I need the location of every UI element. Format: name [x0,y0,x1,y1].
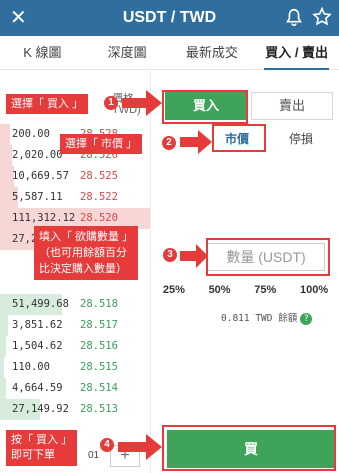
tab-kline[interactable]: K 線圖 [0,36,85,69]
bid-row[interactable]: 51,499.68 28.518 [0,294,150,315]
sell-tab-button[interactable]: 賣出 [251,92,333,120]
tab-latest-trades[interactable]: 最新成交 [170,36,255,69]
arrow-icon [180,130,212,154]
percent-25-button[interactable]: 25% [157,280,191,302]
step-number-3: 3 [163,248,177,262]
tab-bar: K 線圖 深度圖 最新成交 買入 / 賣出 [0,36,339,70]
highlight-quantity [206,238,330,276]
ask-row[interactable]: 5,587.11 28.522 [0,187,150,208]
annotation-step2: 選擇「 市價 」 [60,134,143,154]
tab-depth[interactable]: 深度圖 [85,36,170,69]
order-type-stop[interactable]: 停損 [289,130,313,147]
highlight-submit [162,425,336,471]
percent-selector: 25% 50% 75% 100% [151,280,339,302]
bid-row[interactable]: 4,664.59 28.514 [0,378,150,399]
highlight-market [212,124,266,152]
bell-icon[interactable] [283,7,305,29]
star-icon[interactable] [311,6,333,28]
page-number: 01 [88,450,100,461]
arrow-icon [180,244,208,268]
percent-50-button[interactable]: 50% [203,280,237,302]
step-number-2: 2 [162,136,176,150]
percent-75-button[interactable]: 75% [248,280,282,302]
step-number-1: 1 [104,96,118,110]
bid-row[interactable]: 110.00 28.515 [0,357,150,378]
annotation-step3: 填入「 欲購數量 」 （也可用餘額百分 比決定購入數量） [34,226,139,280]
highlight-buy [162,90,248,124]
arrow-icon [122,90,162,116]
bid-row[interactable]: 3,851.62 28.517 [0,315,150,336]
arrow-icon [118,434,162,460]
help-icon[interactable]: ? [300,313,313,325]
annotation-step4: 按「 買入 」 即可下單 [6,430,78,466]
top-bar: ✕ USDT / TWD [0,0,339,36]
percent-100-button[interactable]: 100% [294,280,334,302]
tab-buy-sell[interactable]: 買入 / 賣出 [254,36,339,70]
bid-row[interactable]: 27,149.92 28.513 [0,399,150,420]
ask-row[interactable]: 10,669.57 28.525 [0,166,150,187]
bid-row[interactable]: 1,504.62 28.516 [0,336,150,357]
step-number-4: 4 [100,438,114,452]
balance-text: 0.811 TWD 餘額? [221,310,313,325]
annotation-step1: 選擇「 買入 」 [6,94,89,114]
